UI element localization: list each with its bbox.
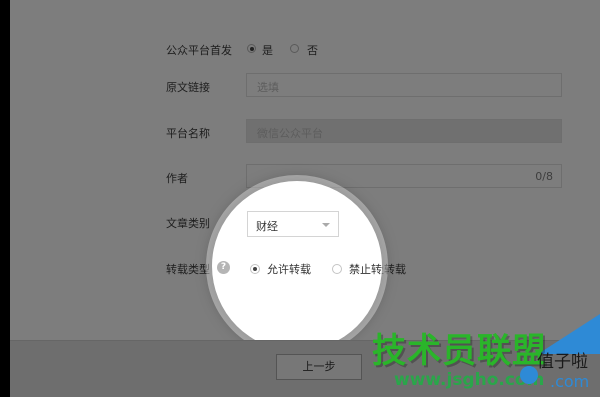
row-original-link: 原文链接 选填: [10, 73, 600, 103]
first-publish-yes-radio[interactable]: [247, 44, 256, 53]
row-first-publish: 公众平台首发 是 否: [10, 36, 600, 66]
magnifier-callout: 财经 ? 允许转载 禁止转载: [212, 181, 382, 351]
footer-bar: 上一步: [10, 340, 600, 397]
original-link-input[interactable]: 选填: [246, 73, 562, 97]
repost-forbid-label[interactable]: 禁止转载: [349, 261, 382, 277]
question-icon[interactable]: ?: [217, 261, 230, 274]
original-link-label: 原文链接: [166, 81, 210, 94]
chevron-down-icon: [322, 223, 330, 227]
platform-name-label: 平台名称: [166, 127, 210, 140]
first-publish-yes-label[interactable]: 是: [262, 42, 273, 58]
author-label: 作者: [166, 172, 188, 185]
repost-type-label: 转载类型: [166, 263, 210, 276]
row-platform-name: 平台名称 微信公众平台: [10, 119, 600, 149]
prev-step-button[interactable]: 上一步: [276, 354, 362, 380]
repost-allow-radio[interactable]: [250, 264, 260, 274]
first-publish-no-label[interactable]: 否: [307, 42, 318, 58]
author-char-counter: 0/8: [535, 170, 553, 183]
first-publish-no-radio[interactable]: [290, 44, 299, 53]
category-select-value: 财经: [256, 220, 278, 233]
first-publish-label: 公众平台首发: [166, 44, 232, 57]
repost-allow-label[interactable]: 允许转载: [267, 261, 311, 277]
category-label: 文章类别: [166, 217, 210, 230]
repost-forbid-radio[interactable]: [332, 264, 342, 274]
category-select[interactable]: 财经: [247, 211, 339, 237]
page: 公众平台首发 是 否 原文链接 选填 平台名称 微信公众平台 作者 0/8 文章…: [10, 0, 600, 397]
platform-name-field: 微信公众平台: [246, 119, 562, 143]
